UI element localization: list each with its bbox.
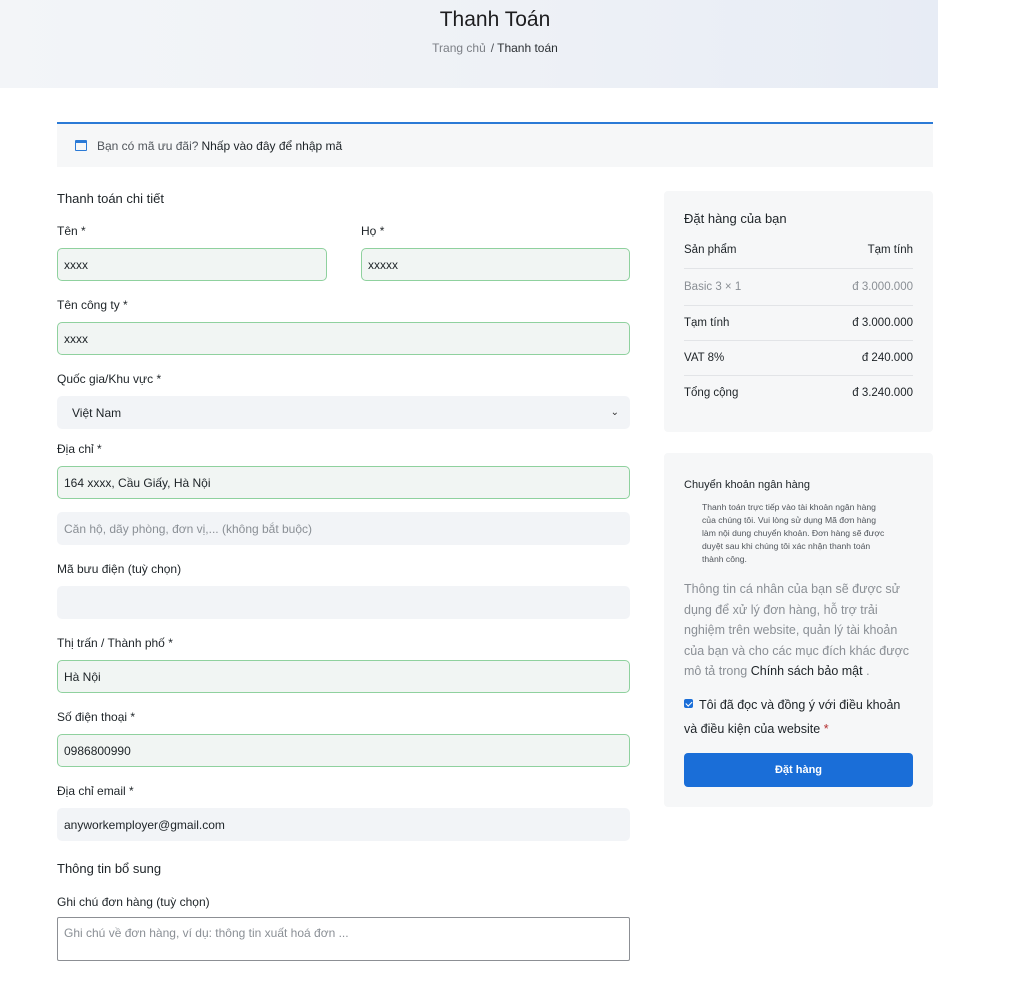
email-label: Địa chỉ email * xyxy=(57,784,134,798)
order-item-price: đ 3.000.000 xyxy=(852,281,913,293)
privacy-notice: Thông tin cá nhân của bạn sẽ được sử dụn… xyxy=(684,579,913,682)
last-name-label: Họ * xyxy=(361,224,384,238)
page-title: Thanh Toán xyxy=(439,8,551,31)
order-summary-panel: Đặt hàng của bạn Sản phẩm Tạm tính Basic… xyxy=(664,191,933,432)
col-product: Sản phẩm xyxy=(684,244,737,256)
required-mark: * xyxy=(379,224,385,238)
total-row: Tổng cộng đ 3.240.000 xyxy=(684,387,913,399)
divider xyxy=(684,268,913,269)
order-item-name: Basic 3 × 1 xyxy=(684,281,742,293)
required-mark: * xyxy=(123,298,128,312)
terms-text[interactable]: Tôi đã đọc và đồng ý với điều khoản và đ… xyxy=(684,698,900,736)
phone-label-text: Số điện thoại xyxy=(57,710,128,724)
divider xyxy=(684,305,913,306)
address-line2-field[interactable]: Căn hộ, dãy phòng, đơn vị,... (không bắt… xyxy=(57,512,630,545)
coupon-notice: Bạn có mã ưu đãi? Nhấp vào đây để nhập m… xyxy=(57,122,933,167)
privacy-policy-link[interactable]: Chính sách bảo mật xyxy=(751,664,863,678)
company-label-text: Tên công ty xyxy=(57,298,120,312)
vat-label: VAT 8% xyxy=(684,352,725,364)
city-label: Thị trấn / Thành phố * xyxy=(57,636,173,650)
terms-checkbox[interactable] xyxy=(684,699,693,708)
address-field[interactable]: 164 xxxx, Cầu Giấy, Hà Nội xyxy=(57,466,630,499)
total-value: đ 3.240.000 xyxy=(852,387,913,399)
payment-panel: Chuyển khoản ngân hàng Thanh toán trực t… xyxy=(664,453,933,807)
country-label: Quốc gia/Khu vực * xyxy=(57,372,161,386)
calendar-icon xyxy=(75,140,87,151)
last-name-label-text: Họ xyxy=(361,224,377,238)
city-field[interactable]: Hà Nội xyxy=(57,660,630,693)
privacy-end: . xyxy=(866,664,870,678)
postcode-field[interactable] xyxy=(57,586,630,619)
order-table-header: Sản phẩm Tạm tính xyxy=(684,244,913,256)
breadcrumb: Trang chủ / Thanh toán xyxy=(0,41,990,55)
terms-required-mark: * xyxy=(823,722,829,736)
address-label-text: Địa chỉ xyxy=(57,442,94,456)
required-mark: * xyxy=(81,224,86,238)
breadcrumb-separator: / xyxy=(490,41,495,55)
subtotal-value: đ 3.000.000 xyxy=(852,317,913,329)
company-label: Tên công ty * xyxy=(57,298,128,312)
postcode-label: Mã bưu điện (tuỳ chọn) xyxy=(57,562,182,576)
email-field[interactable]: anyworkemployer@gmail.com xyxy=(57,808,630,841)
subtotal-label: Tạm tính xyxy=(684,317,730,329)
terms-row: Tôi đã đọc và đồng ý với điều khoản và đ… xyxy=(684,693,916,741)
required-mark: * xyxy=(97,442,102,456)
company-field[interactable]: xxxx xyxy=(57,322,630,355)
coupon-question: Bạn có mã ưu đãi? xyxy=(97,138,199,153)
chevron-down-icon: ⌄ xyxy=(610,407,619,418)
page-hero: Thanh Toán Trang chủ / Thanh toán xyxy=(0,0,938,88)
country-select[interactable]: Việt Nam ⌄ xyxy=(57,396,630,429)
payment-method-label[interactable]: Chuyển khoản ngân hàng xyxy=(684,479,810,491)
country-selected-value: Việt Nam xyxy=(72,405,122,420)
required-mark: * xyxy=(168,636,173,650)
order-item-row: Basic 3 × 1 đ 3.000.000 xyxy=(684,281,913,293)
divider xyxy=(684,375,913,376)
subtotal-row: Tạm tính đ 3.000.000 xyxy=(684,317,913,329)
required-mark: * xyxy=(156,372,162,386)
additional-info-title: Thông tin bổ sung xyxy=(57,861,162,876)
vat-value: đ 240.000 xyxy=(861,352,913,364)
address-line2-placeholder: Căn hộ, dãy phòng, đơn vị,... (không bắt… xyxy=(64,521,313,536)
last-name-field[interactable]: xxxxx xyxy=(361,248,630,281)
first-name-label: Tên * xyxy=(57,224,86,238)
place-order-button[interactable]: Đặt hàng xyxy=(684,753,913,787)
required-mark: * xyxy=(129,784,134,798)
col-subtotal: Tạm tính xyxy=(867,244,913,256)
required-mark: * xyxy=(130,710,136,724)
phone-field[interactable]: 0986800990 xyxy=(57,734,630,767)
total-label: Tổng cộng xyxy=(684,387,739,399)
payment-method-description: Thanh toán trực tiếp vào tài khoản ngân … xyxy=(702,502,885,564)
first-name-field[interactable]: xxxx xyxy=(57,248,327,281)
breadcrumb-home-link[interactable]: Trang chủ xyxy=(432,41,486,55)
first-name-label-text: Tên xyxy=(57,224,78,238)
country-label-text: Quốc gia/Khu vực xyxy=(57,372,154,386)
email-label-text: Địa chỉ email xyxy=(57,784,126,798)
phone-label: Số điện thoại * xyxy=(57,710,135,724)
billing-title: Thanh toán chi tiết xyxy=(57,191,164,206)
order-notes-label: Ghi chú đơn hàng (tuỳ chọn) xyxy=(57,895,210,909)
coupon-link[interactable]: Nhấp vào đây để nhập mã xyxy=(201,139,342,153)
breadcrumb-current: Thanh toán xyxy=(497,41,558,55)
city-label-text: Thị trấn / Thành phố xyxy=(57,636,165,650)
order-notes-textarea[interactable]: Ghi chú về đơn hàng, ví dụ: thông tin xu… xyxy=(57,917,630,961)
divider xyxy=(684,340,913,341)
vat-row: VAT 8% đ 240.000 xyxy=(684,352,913,364)
order-summary-title: Đặt hàng của bạn xyxy=(684,211,787,226)
address-label: Địa chỉ * xyxy=(57,442,102,456)
